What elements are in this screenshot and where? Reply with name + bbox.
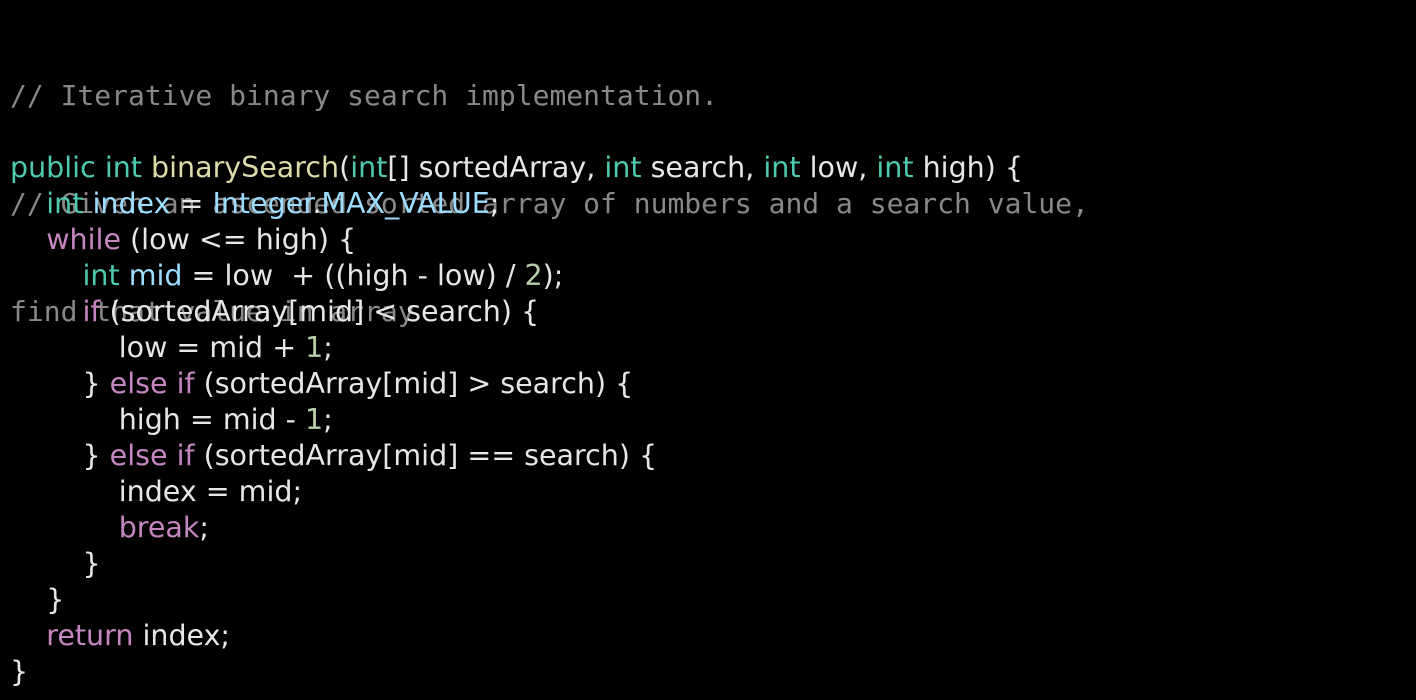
code-token: ); bbox=[542, 259, 564, 292]
code-line: low = mid + 1; bbox=[10, 330, 1023, 366]
code-line: } else if (sortedArray[mid] > search) { bbox=[10, 366, 1023, 402]
code-token: [] sortedArray, bbox=[387, 151, 605, 184]
code-token: ; bbox=[323, 331, 333, 364]
code-token: low = mid + bbox=[10, 331, 306, 364]
code-token: } bbox=[10, 367, 110, 400]
code-token: index; bbox=[133, 619, 231, 652]
code-token: Integer bbox=[212, 187, 313, 220]
code-token: if bbox=[82, 295, 101, 328]
code-line: if (sortedArray[mid] < search) { bbox=[10, 294, 1023, 330]
code-line: return index; bbox=[10, 618, 1023, 654]
code-token: } bbox=[10, 439, 110, 472]
code-token: = bbox=[170, 187, 213, 220]
code-token: = low + ((high - low) / bbox=[182, 259, 525, 292]
code-token: int bbox=[350, 151, 388, 184]
code-line: while (low <= high) { bbox=[10, 222, 1023, 258]
code-token: int bbox=[104, 151, 142, 184]
code-token: int bbox=[876, 151, 914, 184]
code-token: index bbox=[92, 187, 171, 220]
code-token: } bbox=[10, 655, 29, 688]
code-token: int bbox=[46, 187, 84, 220]
code-token: if bbox=[176, 439, 195, 472]
code-token: 1 bbox=[305, 403, 324, 436]
code-token: (sortedArray[mid] < search) { bbox=[100, 295, 540, 328]
code-token: ( bbox=[339, 151, 351, 184]
code-token: } bbox=[10, 547, 101, 580]
code-token: if bbox=[176, 367, 195, 400]
code-line: } bbox=[10, 654, 1023, 690]
code-token: int bbox=[763, 151, 801, 184]
code-token: return bbox=[46, 619, 134, 652]
code-token: (sortedArray[mid] == search) { bbox=[194, 439, 658, 472]
code-token: 2 bbox=[524, 259, 543, 292]
code-line: } bbox=[10, 546, 1023, 582]
code-token: high) { bbox=[913, 151, 1024, 184]
code-line: } bbox=[10, 582, 1023, 618]
code-token: index = mid; bbox=[10, 475, 303, 508]
code-token: MAX_VALUE bbox=[321, 187, 490, 220]
code-line: break; bbox=[10, 510, 1023, 546]
code-token: ; bbox=[199, 511, 210, 544]
code-token: else bbox=[109, 439, 168, 472]
code-token: binarySearch bbox=[151, 151, 340, 184]
code-token: else bbox=[109, 367, 168, 400]
code-token: } bbox=[10, 583, 65, 616]
code-token: break bbox=[118, 511, 200, 544]
code-token: search, bbox=[641, 151, 764, 184]
code-token: ; bbox=[489, 187, 500, 220]
code-token: 1 bbox=[305, 331, 324, 364]
code-line: high = mid - 1; bbox=[10, 402, 1023, 438]
code-token: while bbox=[46, 223, 121, 256]
code-token: public bbox=[10, 151, 96, 184]
code-line: int index = Integer.MAX_VALUE; bbox=[10, 186, 1023, 222]
code-token: (sortedArray[mid] > search) { bbox=[194, 367, 634, 400]
code-line: public int binarySearch(int[] sortedArra… bbox=[10, 150, 1023, 186]
comment-line: // Iterative binary search implementatio… bbox=[10, 79, 719, 112]
code-line: int mid = low + ((high - low) / 2); bbox=[10, 258, 1023, 294]
code-block: public int binarySearch(int[] sortedArra… bbox=[10, 150, 1023, 690]
code-token: low, bbox=[800, 151, 877, 184]
code-token: high = mid - bbox=[10, 403, 306, 436]
code-token: ; bbox=[323, 403, 333, 436]
code-token: mid bbox=[128, 259, 183, 292]
code-line: index = mid; bbox=[10, 474, 1023, 510]
code-token: int bbox=[604, 151, 642, 184]
code-token: (low <= high) { bbox=[121, 223, 357, 256]
code-editor: // Iterative binary search implementatio… bbox=[0, 0, 1416, 700]
code-token: int bbox=[82, 259, 120, 292]
code-line: } else if (sortedArray[mid] == search) { bbox=[10, 438, 1023, 474]
